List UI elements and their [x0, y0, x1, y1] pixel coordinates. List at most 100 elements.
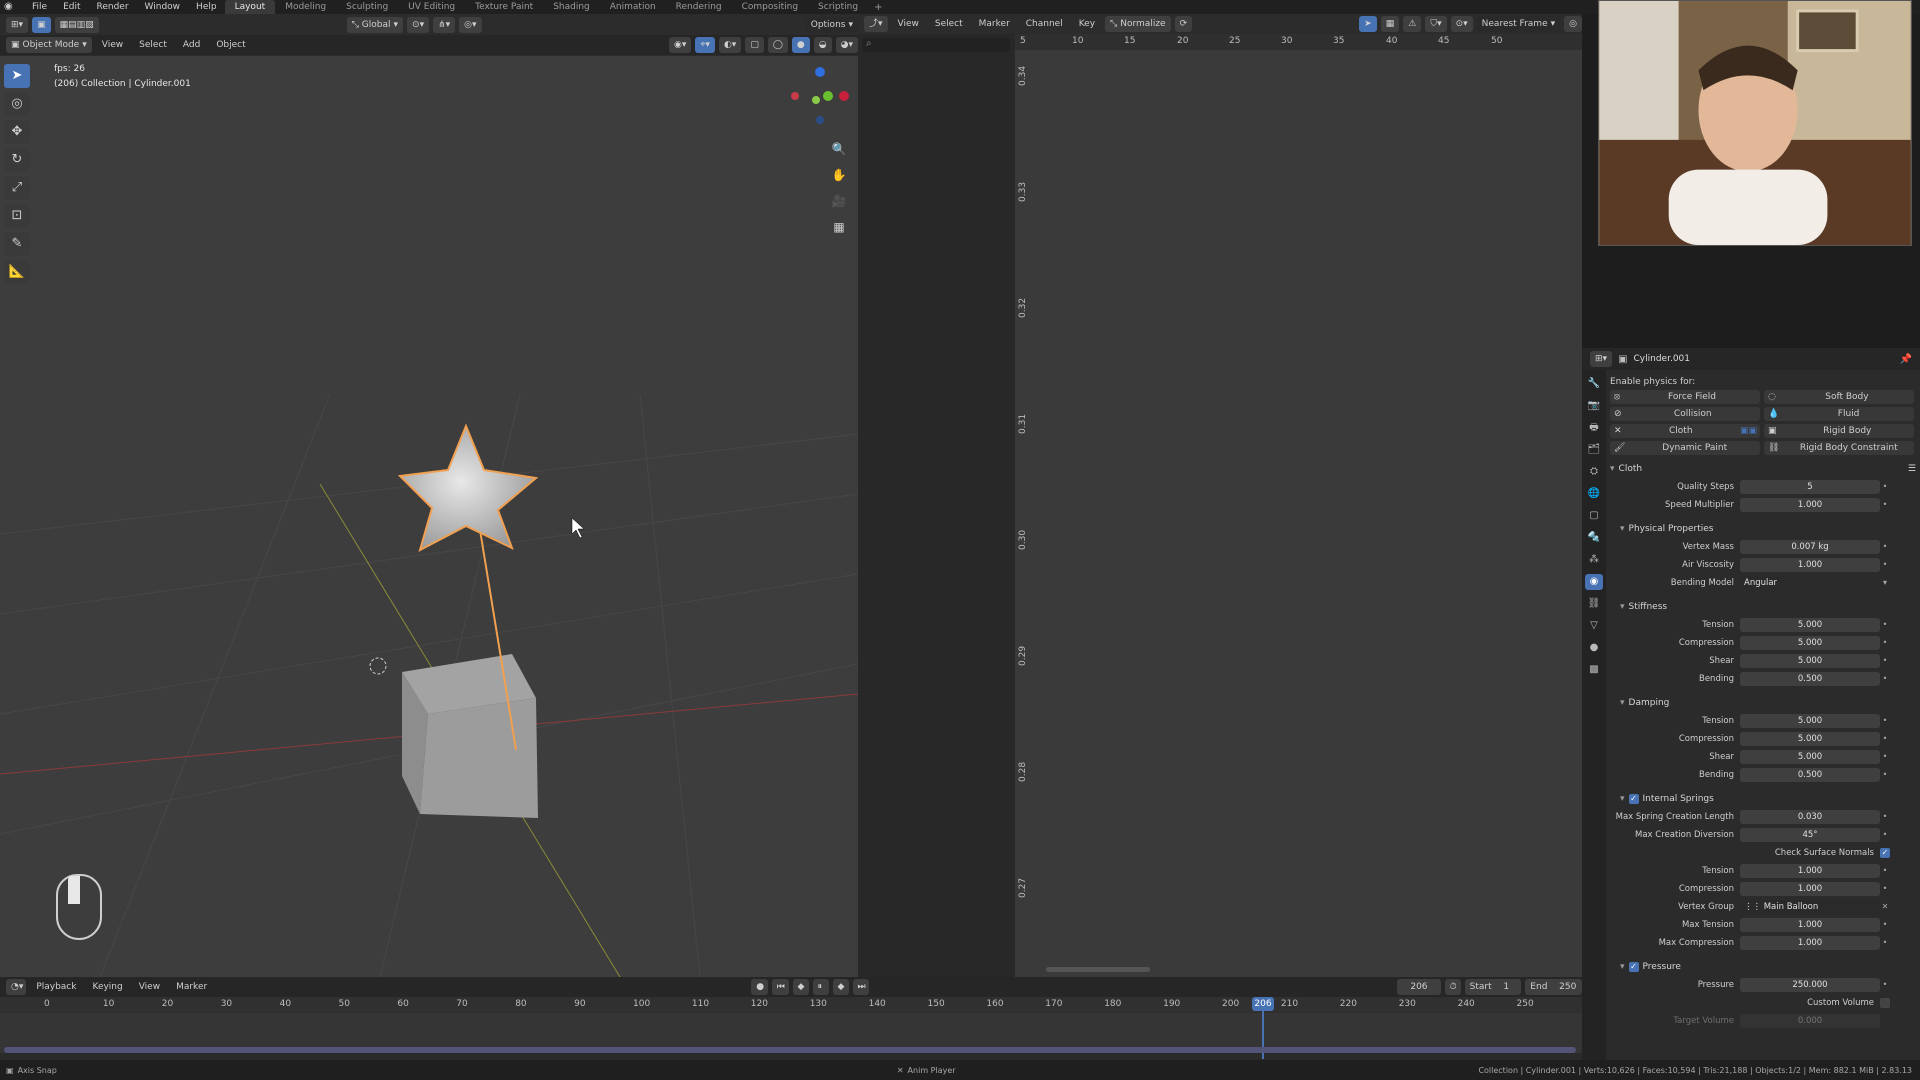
keyframe-dot-icon[interactable]: •: [1880, 980, 1890, 989]
tab-uv-editing[interactable]: UV Editing: [398, 0, 465, 14]
record-icon[interactable]: ●: [751, 979, 768, 995]
keyframe-dot-icon[interactable]: •: [1880, 656, 1890, 665]
snapping-dropdown[interactable]: Nearest Frame ▾: [1476, 16, 1561, 32]
jump-end-icon[interactable]: ⏭: [852, 979, 870, 995]
keyframe-dot-icon[interactable]: •: [1880, 884, 1890, 893]
max-tension-field[interactable]: 1.000: [1740, 917, 1880, 932]
grid-view-icon[interactable]: ▦: [828, 218, 850, 236]
rigid-body-button[interactable]: ▣ Rigid Body: [1764, 424, 1914, 438]
next-keyframe-icon[interactable]: ◆: [832, 979, 849, 995]
tab-shading[interactable]: Shading: [543, 0, 600, 14]
keyframe-dot-icon[interactable]: •: [1880, 482, 1890, 491]
material-tab-icon[interactable]: ●: [1585, 640, 1603, 656]
graph-editor-type-icon[interactable]: ⤴▾: [864, 16, 888, 32]
list-icon[interactable]: ☰: [1908, 461, 1916, 477]
bending-model-dropdown[interactable]: Angular: [1740, 575, 1880, 590]
curve-area[interactable]: [1015, 34, 1582, 977]
properties-editor-type-icon[interactable]: ⊞▾: [1590, 351, 1613, 367]
current-frame-field[interactable]: 206: [1397, 979, 1441, 995]
add-workspace-button[interactable]: +: [868, 2, 888, 13]
pivot-point-icon[interactable]: ⊙▾: [1450, 16, 1473, 32]
internal-springs-header[interactable]: ▾ ✓ Internal Springs: [1610, 791, 1916, 807]
tl-menu-playback[interactable]: Playback: [30, 979, 82, 995]
menu-file[interactable]: File: [24, 0, 55, 14]
transform-orientation-dropdown[interactable]: ⤡ Global ▾: [346, 17, 404, 33]
proportional-icon[interactable]: ◎: [1564, 16, 1582, 32]
dynamic-paint-button[interactable]: 🖌 Dynamic Paint: [1610, 441, 1760, 455]
keyframe-dot-icon[interactable]: •: [1880, 620, 1890, 629]
graph-editor[interactable]: ⤴▾ View Select Marker Channel Key ⤡ Norm…: [858, 14, 1582, 977]
view-object-types-icon[interactable]: ◉▾: [668, 37, 692, 53]
timeline-ruler[interactable]: 0 10 20 30 40 50 60 70 80 90 100 110 120 130 140 150 160…: [0, 997, 1582, 1013]
keyframe-dot-icon[interactable]: •: [1880, 716, 1890, 725]
shading-rendered-icon[interactable]: ◕▾: [835, 37, 858, 53]
internal-springs-checkbox[interactable]: ✓: [1628, 794, 1639, 804]
options-dropdown[interactable]: Options ▾: [805, 17, 858, 33]
tab-animation[interactable]: Animation: [600, 0, 666, 14]
tool-tab-icon[interactable]: 🔧: [1585, 376, 1603, 392]
end-frame-field[interactable]: End 250: [1525, 979, 1582, 995]
normalize-toggle[interactable]: ⤡ Normalize: [1105, 16, 1171, 32]
menu-view[interactable]: View: [96, 37, 129, 53]
stiffness-bending-field[interactable]: 0.500: [1740, 671, 1880, 686]
ge-menu-channel[interactable]: Channel: [1020, 16, 1069, 32]
ge-menu-select[interactable]: Select: [929, 16, 969, 32]
stiffness-compression-field[interactable]: 5.000: [1740, 635, 1880, 650]
springs-compression-field[interactable]: 1.000: [1740, 881, 1880, 896]
proportional-edit-icon[interactable]: ◎▾: [459, 17, 482, 33]
world-tab-icon[interactable]: 🌐: [1585, 486, 1603, 502]
output-tab-icon[interactable]: 🖶: [1585, 420, 1603, 436]
clear-icon[interactable]: ✕: [1880, 902, 1890, 911]
tl-menu-marker[interactable]: Marker: [170, 979, 213, 995]
pin-icon[interactable]: 📌: [1900, 354, 1920, 365]
menu-render[interactable]: Render: [89, 0, 137, 14]
only-selected-icon[interactable]: ➤: [1359, 16, 1377, 32]
start-frame-field[interactable]: Start 1: [1464, 979, 1522, 995]
check-surface-normals-checkbox[interactable]: ✓: [1880, 847, 1890, 858]
damping-shear-field[interactable]: 5.000: [1740, 749, 1880, 764]
menu-edit[interactable]: Edit: [55, 0, 88, 14]
keyframe-dot-icon[interactable]: •: [1880, 542, 1890, 551]
speed-multiplier-field[interactable]: 1.000: [1740, 497, 1880, 512]
modifier-tab-icon[interactable]: 🔩: [1585, 530, 1603, 546]
keyframe-dot-icon[interactable]: •: [1880, 938, 1890, 947]
tab-rendering[interactable]: Rendering: [666, 0, 732, 14]
select-tool-icon[interactable]: ➤: [4, 64, 30, 88]
keyframe-dot-icon[interactable]: •: [1880, 734, 1890, 743]
scene-tab-icon[interactable]: ⛭: [1585, 464, 1603, 480]
damping-bending-field[interactable]: 0.500: [1740, 767, 1880, 782]
max-spring-length-field[interactable]: 0.030: [1740, 809, 1880, 824]
menu-window[interactable]: Window: [137, 0, 189, 14]
tab-texture-paint[interactable]: Texture Paint: [465, 0, 543, 14]
shading-material-icon[interactable]: ◒: [813, 37, 832, 53]
max-creation-diversion-field[interactable]: 45°: [1740, 827, 1880, 842]
navigation-gizmo[interactable]: [790, 66, 850, 136]
springs-tension-field[interactable]: 1.000: [1740, 863, 1880, 878]
camera-view-icon[interactable]: 🎥: [828, 192, 850, 210]
keyframe-dot-icon[interactable]: •: [1880, 830, 1890, 839]
damping-compression-field[interactable]: 5.000: [1740, 731, 1880, 746]
3d-viewport[interactable]: ⊞▾ ▣ ▦▤▥▧ ⤡ Global ▾ ⊙▾ ⋔▾ ◎▾ Options ▾ …: [0, 14, 858, 977]
stiffness-tension-field[interactable]: 5.000: [1740, 617, 1880, 632]
tl-menu-view[interactable]: View: [133, 979, 166, 995]
view-layer-tab-icon[interactable]: 🗂: [1585, 442, 1603, 458]
select-box-icon[interactable]: ▣: [32, 17, 51, 33]
channel-search-icon[interactable]: ⌕: [862, 38, 1010, 52]
filter-icon[interactable]: ⛉▾: [1425, 16, 1447, 32]
timeline-scrollbar[interactable]: [4, 1047, 1576, 1053]
force-field-button[interactable]: ⦻ Force Field: [1610, 390, 1760, 404]
jump-start-icon[interactable]: ⏮: [771, 979, 789, 995]
cloth-panel-header[interactable]: ▾ Cloth ☰: [1610, 461, 1916, 477]
zoom-icon[interactable]: 🔍: [828, 140, 850, 158]
playhead-marker[interactable]: 206: [1252, 997, 1274, 1011]
tl-menu-keying[interactable]: Keying: [86, 979, 128, 995]
channel-list[interactable]: ⌕: [858, 34, 1015, 977]
measure-tool-icon[interactable]: 📐: [4, 260, 30, 284]
overlays-toggle-icon[interactable]: ◐▾: [718, 37, 742, 53]
xray-toggle-icon[interactable]: ▢: [745, 37, 764, 53]
keyframe-dot-icon[interactable]: •: [1880, 752, 1890, 761]
select-mode-icons[interactable]: ▦▤▥▧: [54, 17, 99, 33]
gizmo-toggle-icon[interactable]: ⌖▾: [695, 37, 715, 53]
keyframe-dot-icon[interactable]: •: [1880, 866, 1890, 875]
scale-tool-icon[interactable]: ⤢: [4, 176, 30, 200]
